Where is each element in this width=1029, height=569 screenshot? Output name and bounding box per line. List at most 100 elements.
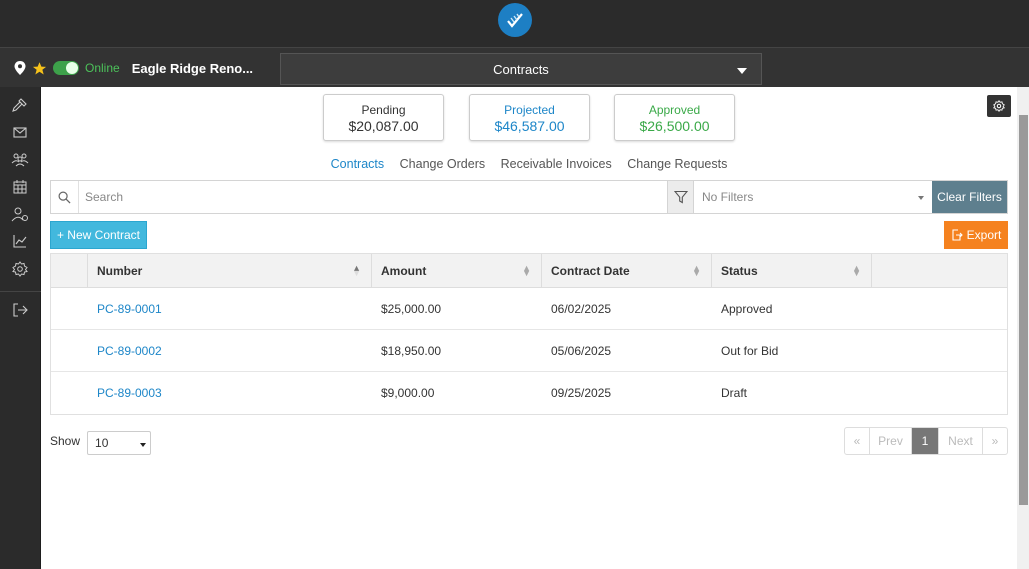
prev-page-button[interactable]: Prev [870,428,912,454]
sort-icon: ▲ ▼ [852,263,861,278]
sort-icon: ▲ ▼ [692,263,701,278]
sidebar-divider [0,291,41,292]
contract-date: 05/06/2025 [551,343,612,358]
contracts-table: Number ▲ ▼ Amount ▲ ▼ Contract Date ▲ ▼ Sta… [50,253,1008,415]
team-icon[interactable] [10,149,30,169]
top-bar [0,0,1029,47]
mail-icon[interactable] [10,122,30,142]
clear-filters-button[interactable]: Clear Filters [932,181,1007,213]
contacts-icon[interactable] [10,204,30,224]
table-header-spacer [872,254,1007,287]
search-icon [51,181,79,213]
page-size-control: Show 10 [50,427,152,455]
column-header-amount[interactable]: Amount ▲ ▼ [372,254,542,287]
settings-icon[interactable] [10,259,30,279]
contract-status: Out for Bid [721,343,779,358]
contract-status: Draft [721,386,748,400]
search-filter-bar: No Filters Clear Filters [50,180,1008,214]
summary-card-value: $46,587.00 [494,118,565,134]
page-size-value: 10 [95,436,109,450]
table-header: Number ▲ ▼ Amount ▲ ▼ Contract Date ▲ ▼ Sta… [51,254,1007,288]
column-header-label: Amount [381,263,427,278]
hammer-icon[interactable] [10,95,30,115]
brand-logo-icon[interactable] [498,3,532,37]
logout-icon[interactable] [10,300,30,320]
contract-number-link[interactable]: PC-89-0001 [88,288,372,329]
tab-change-orders[interactable]: Change Orders [400,157,485,171]
sidebar [0,87,41,569]
calendar-icon[interactable] [10,177,30,197]
contract-date: 09/25/2025 [551,386,612,400]
export-icon [952,229,963,241]
filter-select-value: No Filters [702,190,754,204]
contract-number-link[interactable]: PC-89-0003 [88,372,372,414]
summary-card-approved[interactable]: Approved $26,500.00 [614,94,735,141]
row-spacer [51,372,88,414]
filter-icon[interactable] [667,181,694,213]
new-contract-button[interactable]: + New Contract [50,221,147,249]
page-settings-button[interactable] [987,95,1011,117]
chart-icon[interactable] [10,231,30,251]
export-button-label: Export [966,228,1002,242]
table-row[interactable]: PC-89-0002 $18,950.00 05/06/2025 Out for… [51,330,1007,372]
last-page-button[interactable]: » [983,428,1007,454]
module-select[interactable]: Contracts [280,53,762,85]
contract-amount: $18,950.00 [381,343,442,358]
main-content: Pending $20,087.00 Projected $46,587.00 … [41,87,1017,569]
row-spacer [872,372,1007,414]
column-header-label: Number [97,263,143,278]
scrollbar-thumb[interactable] [1019,115,1028,505]
summary-card-label: Projected [504,103,555,117]
summary-card-projected[interactable]: Projected $46,587.00 [469,94,590,141]
column-header-label: Contract Date [551,263,630,278]
first-page-button[interactable]: « [845,428,870,454]
contract-date: 06/02/2025 [551,301,612,316]
page-size-select[interactable]: 10 [87,431,152,455]
location-pin-icon[interactable] [14,61,26,75]
next-page-button[interactable]: Next [939,428,983,454]
table-header-spacer [51,254,88,287]
tab-change-requests[interactable]: Change Requests [627,157,727,171]
column-header-number[interactable]: Number ▲ ▼ [88,254,372,287]
module-select-value: Contracts [493,61,549,77]
column-header-contract-date[interactable]: Contract Date ▲ ▼ [542,254,712,287]
gear-icon [993,100,1005,112]
contract-amount: $9,000.00 [381,386,435,400]
column-header-status[interactable]: Status ▲ ▼ [712,254,872,287]
row-spacer [51,288,88,329]
page-number-button[interactable]: 1 [912,428,939,454]
export-button[interactable]: Export [944,221,1008,249]
table-row[interactable]: PC-89-0001 $25,000.00 06/02/2025 Approve… [51,288,1007,330]
summary-card-value: $20,087.00 [348,118,419,134]
tab-receivable-invoices[interactable]: Receivable Invoices [501,157,612,171]
sub-tabs: Contracts Change Orders Receivable Invoi… [41,157,1017,171]
row-spacer [872,288,1007,329]
project-name[interactable]: Eagle Ridge Reno... [132,61,253,76]
row-spacer [51,330,88,371]
table-row[interactable]: PC-89-0003 $9,000.00 09/25/2025 Draft [51,372,1007,414]
contract-amount: $25,000.00 [381,301,442,316]
chevron-down-icon [737,68,747,74]
summary-card-label: Approved [648,103,701,117]
project-bar: Online Eagle Ridge Reno... Contracts [0,47,1029,87]
chevron-down-icon [918,196,924,200]
contract-status: Approved [721,301,773,316]
column-header-label: Status [721,263,758,278]
chevron-down-icon [140,443,147,447]
project-info: Online Eagle Ridge Reno... [14,48,253,88]
pagination: « Prev 1 Next » [844,427,1008,455]
online-toggle[interactable] [53,61,79,75]
contract-number-link[interactable]: PC-89-0002 [88,330,372,371]
sort-icon: ▲ ▼ [522,263,531,278]
summary-card-value: $26,500.00 [639,118,710,134]
filter-select[interactable]: No Filters [694,181,932,213]
online-status-label: Online [85,61,120,75]
summary-card-pending[interactable]: Pending $20,087.00 [323,94,444,141]
row-spacer [872,330,1007,371]
tab-contracts[interactable]: Contracts [331,157,385,171]
favorite-star-icon[interactable] [32,61,47,76]
search-input[interactable] [79,181,667,213]
sort-asc-icon: ▲ ▼ [352,263,361,278]
show-label: Show [50,434,81,448]
summary-card-label: Pending [361,103,406,117]
